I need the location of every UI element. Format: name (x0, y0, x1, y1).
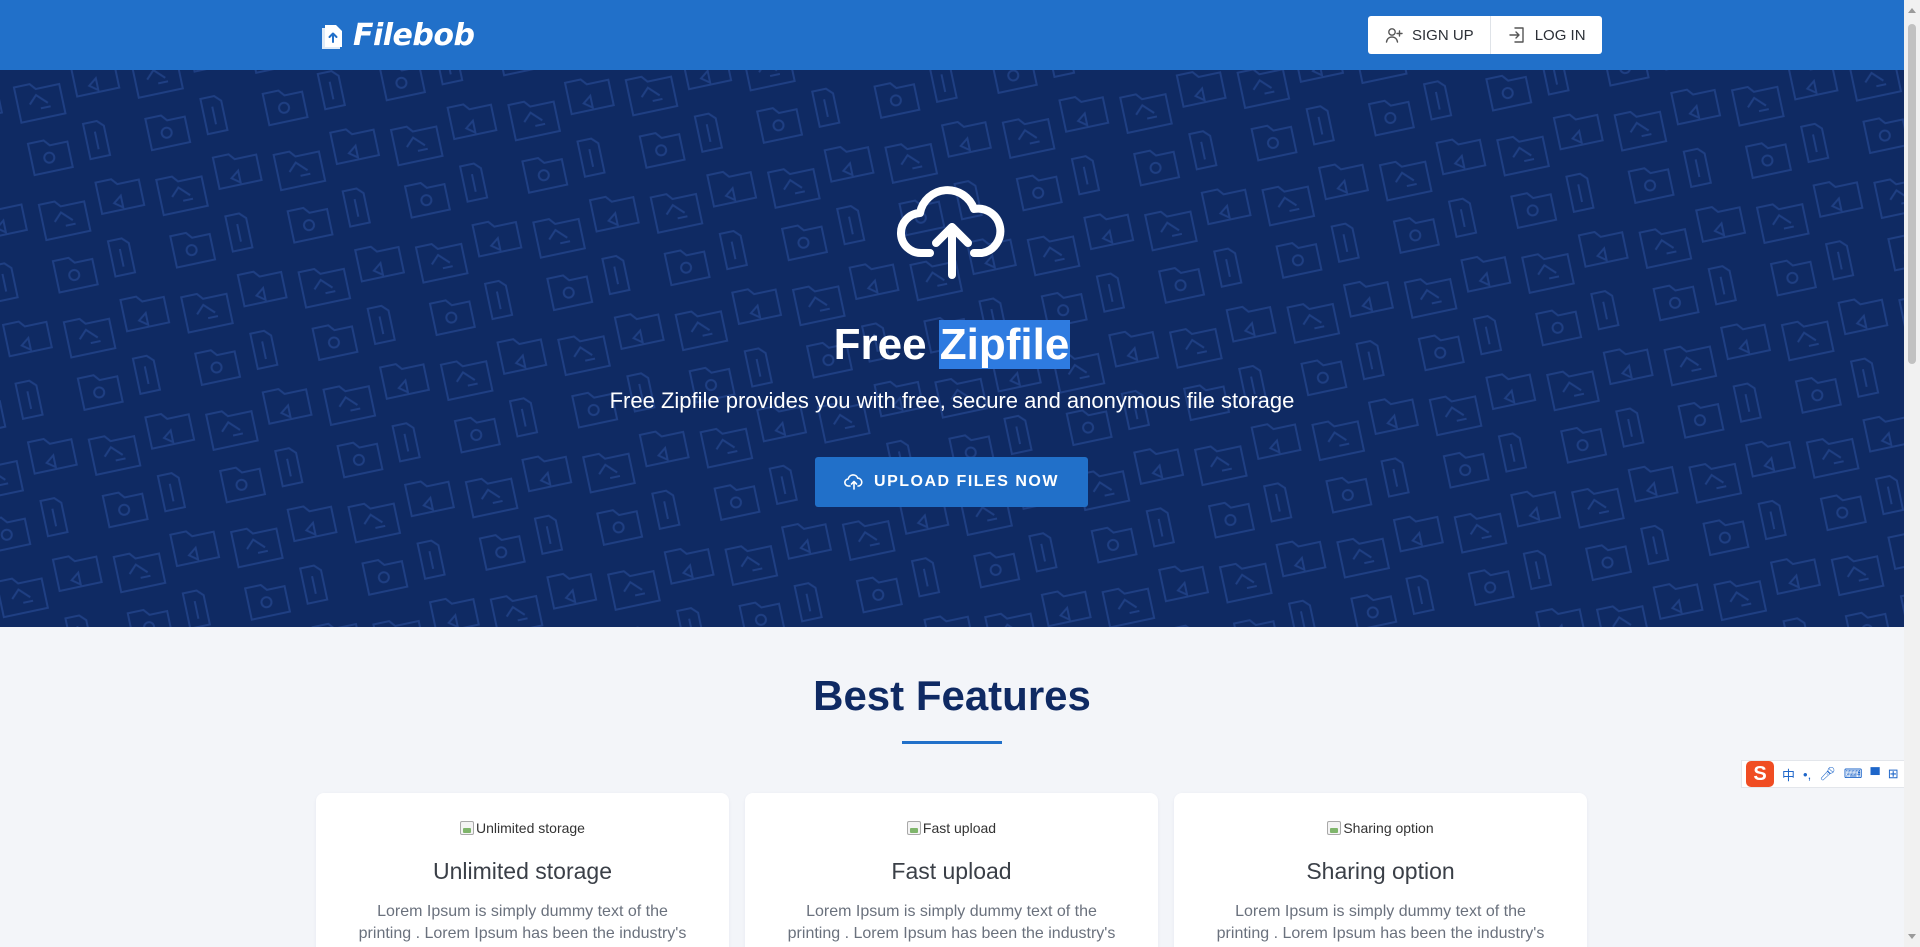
feature-description: Lorem Ipsum is simply dummy text of the … (787, 903, 1116, 942)
cloud-upload-icon (896, 186, 1005, 279)
upload-files-button[interactable]: UPLOAD FILES NOW (815, 457, 1088, 507)
feature-image-alt: Unlimited storage (476, 820, 585, 836)
feature-image-alt: Sharing option (1343, 820, 1434, 836)
hero-title: Free Zipfile (0, 313, 1904, 377)
file-upload-logo-icon (322, 24, 342, 49)
hero-subtitle: Free Zipfile provides you with free, sec… (609, 388, 1295, 413)
punctuation-icon[interactable]: •, (1803, 767, 1811, 782)
feature-title: Unlimited storage (433, 858, 612, 884)
sign-up-button[interactable]: SIGN UP (1368, 16, 1490, 54)
features-divider (902, 741, 1002, 744)
user-plus-icon (1385, 28, 1403, 43)
feature-card-fast-upload: Fast upload Fast upload Lorem Ipsum is s… (745, 793, 1158, 947)
broken-image-icon (906, 821, 921, 835)
microphone-icon[interactable]: 🎤︎ (1819, 766, 1836, 782)
broken-image-icon (460, 821, 475, 835)
ime-toolbar: S 中 •, 🎤︎ ⌨ ▀ ⊞ (1741, 760, 1920, 788)
cloud-upload-small-icon (844, 474, 863, 490)
scrollbar-thumb[interactable] (1908, 24, 1916, 364)
auth-button-group: SIGN UP LOG IN (1368, 16, 1602, 54)
vertical-scrollbar[interactable] (1904, 0, 1920, 947)
hero-title-prefix: Free (833, 320, 939, 369)
top-navbar: Filebob SIGN UP LOG IN (0, 0, 1904, 70)
log-in-button[interactable]: LOG IN (1489, 16, 1602, 54)
feature-card-sharing-option: Sharing option Sharing option Lorem Ipsu… (1174, 793, 1587, 947)
feature-image-placeholder: Unlimited storage (460, 820, 585, 836)
login-icon (1508, 27, 1524, 43)
broken-image-icon (1327, 821, 1342, 835)
log-in-label: LOG IN (1534, 26, 1586, 44)
apps-grid-icon[interactable]: ⊞ (1888, 766, 1899, 782)
feature-description: Lorem Ipsum is simply dummy text of the … (358, 903, 687, 942)
skin-icon[interactable]: ▀ (1870, 767, 1879, 782)
scroll-up-arrow-icon[interactable] (1908, 8, 1916, 13)
feature-image-alt: Fast upload (922, 820, 997, 836)
brand-logo[interactable]: Filebob (319, 18, 475, 53)
scroll-down-arrow-icon[interactable] (1908, 934, 1916, 939)
feature-title: Fast upload (891, 858, 1012, 884)
feature-description: Lorem Ipsum is simply dummy text of the … (1216, 903, 1545, 942)
feature-card-unlimited-storage: Unlimited storage Unlimited storage Lore… (316, 793, 729, 947)
sign-up-label: SIGN UP (1412, 26, 1474, 44)
brand-name: Filebob (353, 18, 475, 53)
upload-files-label: UPLOAD FILES NOW (874, 473, 1059, 490)
features-heading: Best Features (813, 672, 1091, 719)
hero-section: Free Zipfile Free Zipfile provides you w… (0, 70, 1904, 627)
ime-language-toggle[interactable]: 中 (1782, 765, 1795, 784)
keyboard-icon[interactable]: ⌨ (1844, 766, 1863, 782)
sogou-ime-logo[interactable]: S (1746, 761, 1774, 787)
feature-title: Sharing option (1306, 858, 1455, 884)
feature-image-placeholder: Fast upload (906, 820, 997, 836)
hero-title-highlight: Zipfile (938, 320, 1071, 369)
feature-image-placeholder: Sharing option (1327, 820, 1434, 836)
